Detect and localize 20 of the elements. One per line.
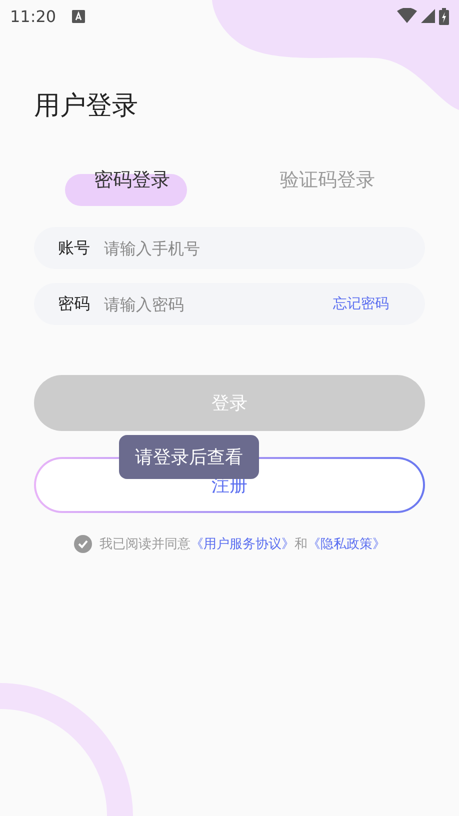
page-title: 用户登录 xyxy=(34,90,138,123)
input-field[interactable]: 密码 请输入密码 忘记密码 xyxy=(34,283,425,325)
signal-icon xyxy=(421,9,435,23)
login-tab[interactable]: 验证码登录 xyxy=(230,163,425,203)
privacy-policy-link[interactable]: 《隐私政策》 xyxy=(308,537,386,552)
input-field[interactable]: 请输入密码 xyxy=(104,294,333,314)
toast-message: 请登录后查看 xyxy=(119,435,259,479)
field-label: 密码 xyxy=(58,294,90,314)
checkbox[interactable] xyxy=(74,535,92,553)
input-field[interactable]: 账号 请输入手机号 xyxy=(34,227,425,269)
notification-icon xyxy=(72,10,86,22)
agreement-text: 我已阅读并同意《用户服务协议》和《隐私政策》 xyxy=(100,536,386,553)
service-agreement-link[interactable]: 《用户服务协议》 xyxy=(190,537,294,552)
battery-icon xyxy=(439,8,449,24)
input-field[interactable]: 请输入手机号 xyxy=(104,238,401,258)
wifi-icon xyxy=(397,8,417,24)
status-time: 11:20 xyxy=(10,6,56,26)
login-tab[interactable]: 密码登录 xyxy=(34,163,230,203)
field-label: 账号 xyxy=(58,238,90,258)
forgot-password-link[interactable]: 忘记密码 xyxy=(333,295,389,313)
